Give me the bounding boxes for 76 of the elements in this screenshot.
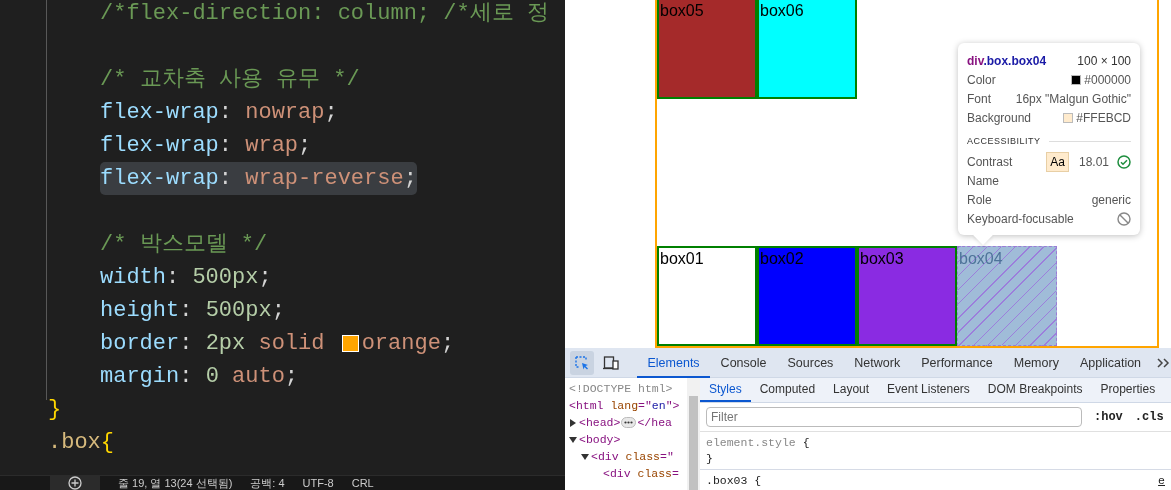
collapse-arrow-icon[interactable]	[581, 452, 589, 461]
html-tag-text[interactable]: <div class="	[591, 448, 674, 465]
plus-circle-icon	[68, 476, 82, 490]
pane-tab[interactable]: Properties	[1091, 378, 1165, 402]
property-value: 16px "Malgun Gothic"	[1015, 90, 1131, 108]
code-line: }	[48, 396, 62, 424]
property-label: Color	[967, 71, 996, 89]
panel-tab[interactable]: Console	[710, 347, 777, 378]
code-line: flex-wrap: wrap;	[100, 132, 312, 160]
code-line: margin: 0 auto;	[100, 363, 299, 391]
more-tabs-icon[interactable]	[1155, 356, 1170, 369]
panel-tab[interactable]: Sources	[777, 347, 844, 378]
element-size: 100 × 100	[1077, 52, 1131, 70]
pane-tab[interactable]: Event Listeners	[878, 378, 979, 402]
pane-tab[interactable]: Computed	[750, 378, 825, 402]
color-swatch-icon[interactable]	[341, 335, 359, 352]
cursor-select-icon	[574, 354, 590, 371]
remote-button[interactable]	[50, 476, 100, 490]
devices-icon	[602, 354, 620, 371]
inspect-element-button[interactable]	[570, 350, 594, 375]
html-tag-text[interactable]: <!DOCTYPE html>	[569, 380, 673, 397]
flex-box: box01	[657, 246, 757, 346]
flex-box: box03	[857, 246, 957, 346]
panel-tab[interactable]: Memory	[1003, 347, 1070, 378]
status-item[interactable]: 공백: 4	[250, 476, 285, 490]
property-label: Role	[967, 192, 992, 209]
contrast-sample: Aa	[1046, 152, 1069, 172]
collapse-arrow-icon[interactable]	[569, 435, 577, 444]
status-item[interactable]: 줄 19, 열 13(24 선택됨)	[118, 476, 233, 490]
code-line: width: 500px;	[100, 264, 272, 292]
panel-tab[interactable]: Application	[1069, 347, 1152, 378]
css-rule-line: }	[706, 451, 713, 467]
scrollbar[interactable]	[687, 378, 700, 490]
html-tag-text[interactable]: <html lang="en">	[569, 397, 680, 414]
code-line: /* 교차축 사용 유무 */	[100, 66, 360, 94]
property-label: Contrast	[967, 154, 1013, 171]
code-line: .box{	[48, 429, 114, 457]
flex-box: box05	[657, 0, 757, 99]
pane-tab[interactable]: DOM Breakpoints	[978, 378, 1092, 402]
property-label: Background	[967, 109, 1032, 127]
css-rule-line: .box03 {	[706, 473, 762, 489]
property-label: Font	[967, 90, 991, 108]
code-line: /*flex-direction: column; /*세로 정	[100, 0, 549, 28]
flex-box: box06	[757, 0, 857, 99]
prohibited-icon	[1117, 212, 1131, 226]
section-heading: ACCESSIBILITY	[967, 135, 1041, 148]
html-tag-text: <head>	[579, 415, 621, 431]
source-link[interactable]: e	[1158, 473, 1165, 489]
property-label: Keyboard-focusable	[967, 211, 1074, 228]
element-selector: div.box.box04	[967, 52, 1047, 70]
code-text: orange;	[361, 330, 455, 358]
status-item[interactable]: UTF-8	[302, 476, 334, 490]
property-value: #000000	[1084, 71, 1131, 89]
css-rule-line: element.style {	[706, 435, 810, 451]
code-line: /* 박스모델 */	[100, 231, 268, 259]
ellipsis-icon[interactable]	[621, 417, 637, 428]
code-line: height: 500px;	[100, 297, 285, 325]
code-text: border: 2px solid	[100, 330, 326, 358]
toggle-button[interactable]: :hov	[1094, 408, 1123, 426]
code-line: flex-wrap: nowrap;	[100, 99, 338, 127]
panel-tab[interactable]: Network	[843, 347, 911, 378]
contrast-value: 18.01	[1078, 154, 1109, 171]
toggle-button[interactable]: .cls	[1134, 408, 1164, 426]
html-tag-text: </hea	[637, 415, 672, 431]
status-item[interactable]: CRL	[351, 476, 374, 490]
property-value: generic	[1091, 192, 1131, 209]
pane-tab[interactable]: Styles	[700, 378, 751, 402]
flex-box: box02	[757, 246, 857, 346]
panel-tab[interactable]: Performance	[910, 347, 1004, 378]
property-value: #FFEBCD	[1076, 109, 1131, 127]
expand-arrow-icon[interactable]	[569, 418, 577, 427]
property-label: Name	[967, 173, 999, 190]
pane-tab[interactable]: Layout	[824, 378, 879, 402]
html-tag-text[interactable]: <div class=	[603, 465, 679, 482]
html-tag-text[interactable]: <body>	[579, 431, 621, 448]
filter-field[interactable]: Filter	[706, 407, 1082, 427]
